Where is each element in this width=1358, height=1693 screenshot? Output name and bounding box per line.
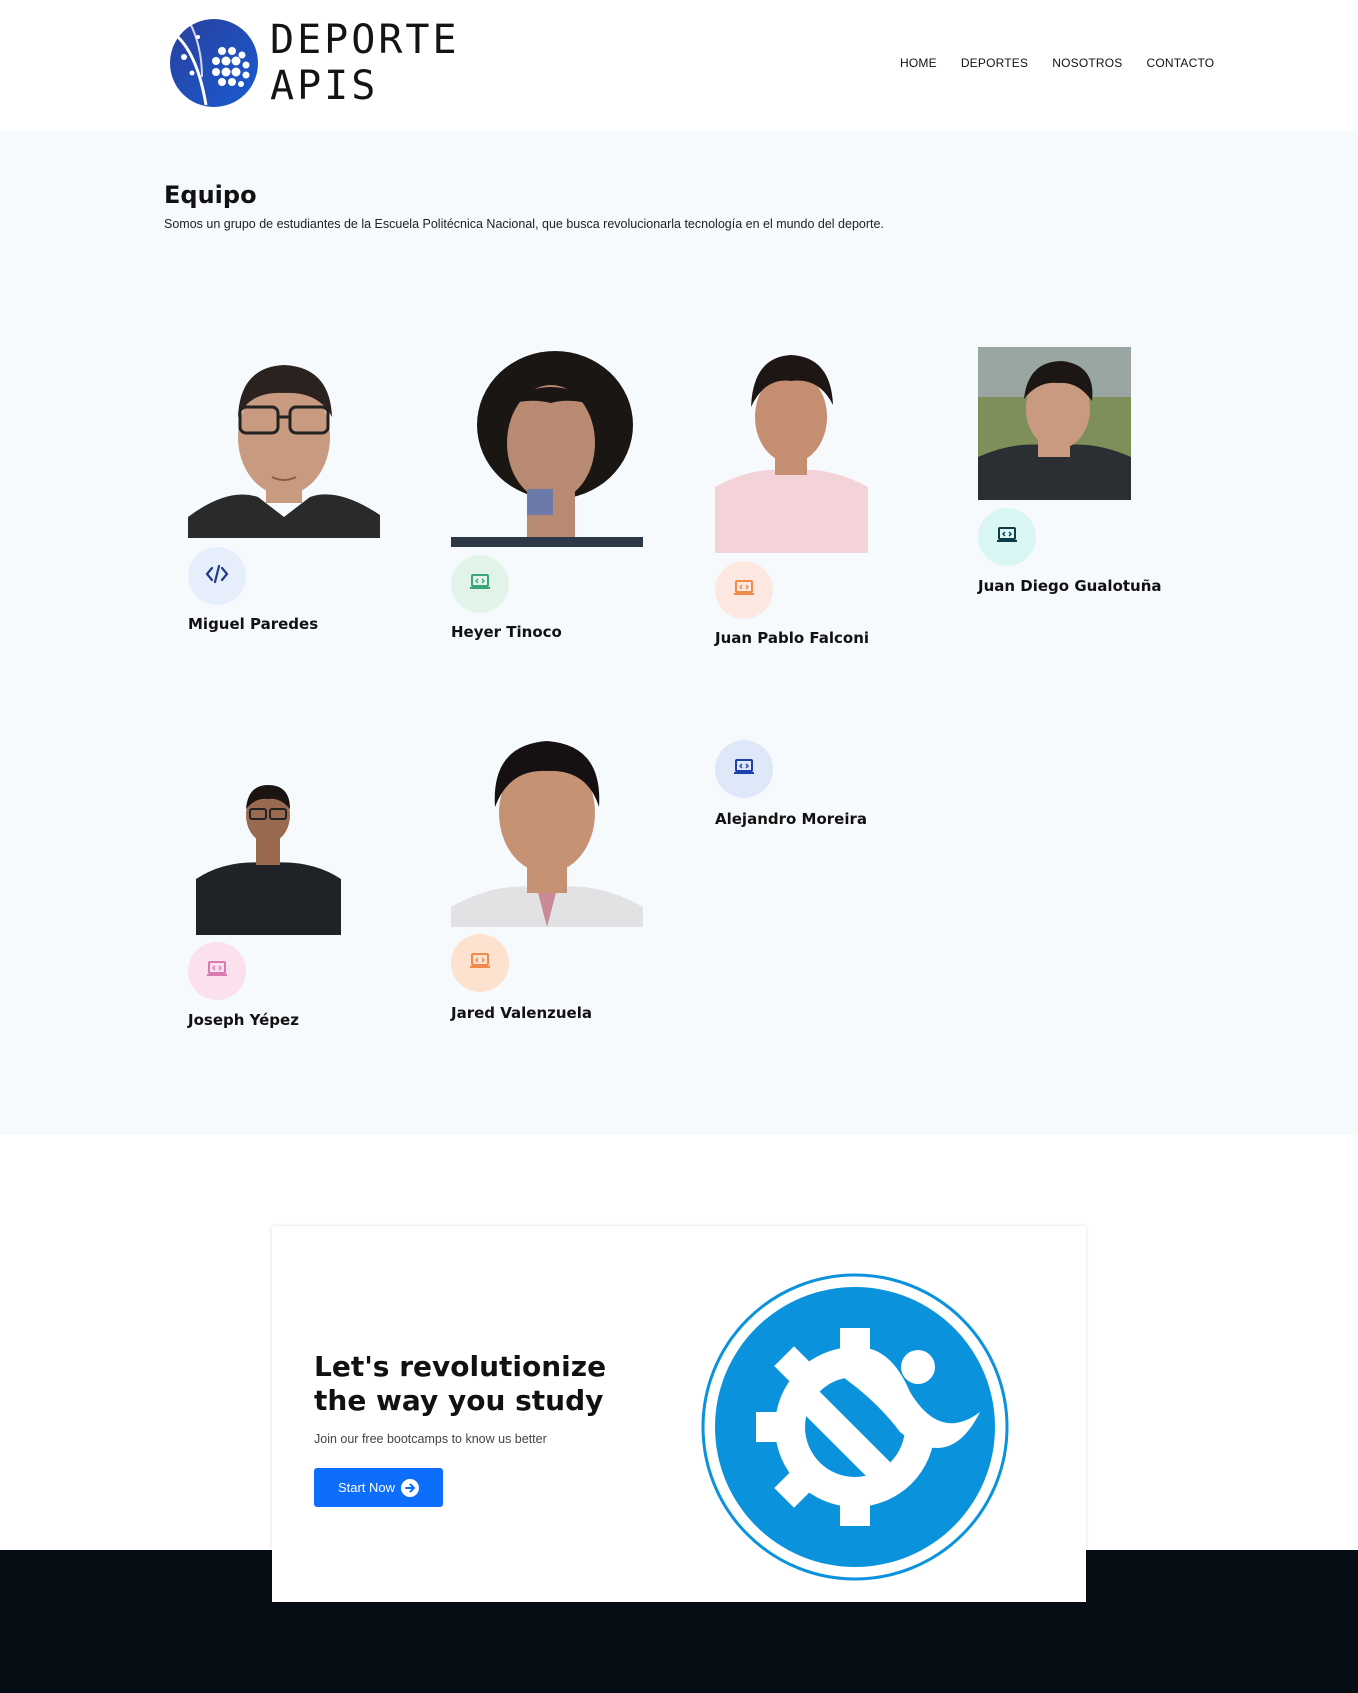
- cta-subtitle: Join our free bootcamps to know us bette…: [314, 1432, 547, 1446]
- sport-gear-logo-icon: [700, 1272, 1010, 1582]
- nav-nosotros[interactable]: NOSOTROS: [1052, 56, 1122, 70]
- member-photo: [978, 347, 1131, 500]
- section-subtitle: Somos un grupo de estudiantes de la Escu…: [164, 217, 884, 231]
- laptop-code-icon: [468, 951, 492, 975]
- site-header: DEPORTE APIS HOME DEPORTES NOSOTROS CONT…: [0, 0, 1358, 131]
- role-badge: [978, 508, 1036, 566]
- site-logo[interactable]: DEPORTE APIS: [168, 17, 588, 109]
- main-nav: HOME DEPORTES NOSOTROS CONTACTO: [900, 56, 1238, 70]
- role-badge: [715, 740, 773, 798]
- role-badge: [715, 561, 773, 619]
- nav-deportes[interactable]: DEPORTES: [961, 56, 1028, 70]
- globe-logo-icon: [168, 17, 260, 109]
- role-badge: [451, 555, 509, 613]
- laptop-code-icon: [205, 959, 229, 983]
- member-photo: [188, 347, 380, 538]
- member-name: Juan Diego Gualotuña: [978, 577, 1162, 595]
- member-name: Juan Pablo Falconi: [715, 629, 870, 647]
- logo-text: DEPORTE APIS: [270, 17, 460, 109]
- laptop-code-icon: [995, 525, 1019, 549]
- start-now-button[interactable]: Start Now: [314, 1468, 443, 1507]
- member-photo: [451, 347, 643, 547]
- member-name: Joseph Yépez: [188, 1011, 299, 1029]
- member-photo: [715, 347, 868, 553]
- member-name: Miguel Paredes: [188, 615, 319, 633]
- arrow-right-icon: [401, 1478, 420, 1497]
- cta-title: Let's revolutionize the way you study: [314, 1350, 607, 1417]
- nav-home[interactable]: HOME: [900, 56, 937, 70]
- laptop-code-icon: [732, 578, 756, 602]
- member-name: Heyer Tinoco: [451, 623, 562, 641]
- team-section: Equipo Somos un grupo de estudiantes de …: [0, 131, 1358, 1135]
- role-badge: [188, 942, 246, 1000]
- start-now-label: Start Now: [337, 1480, 396, 1495]
- member-photo: [451, 729, 643, 927]
- member-photo: [196, 779, 341, 935]
- laptop-code-icon: [732, 757, 756, 781]
- cta-card: Let's revolutionize the way you study Jo…: [272, 1226, 1086, 1602]
- section-title: Equipo: [164, 181, 257, 209]
- code-icon: [205, 564, 229, 588]
- nav-contacto[interactable]: CONTACTO: [1147, 56, 1215, 70]
- laptop-code-icon: [468, 572, 492, 596]
- role-badge: [188, 547, 246, 605]
- role-badge: [451, 934, 509, 992]
- member-name: Jared Valenzuela: [451, 1004, 592, 1022]
- member-name: Alejandro Moreira: [715, 810, 867, 828]
